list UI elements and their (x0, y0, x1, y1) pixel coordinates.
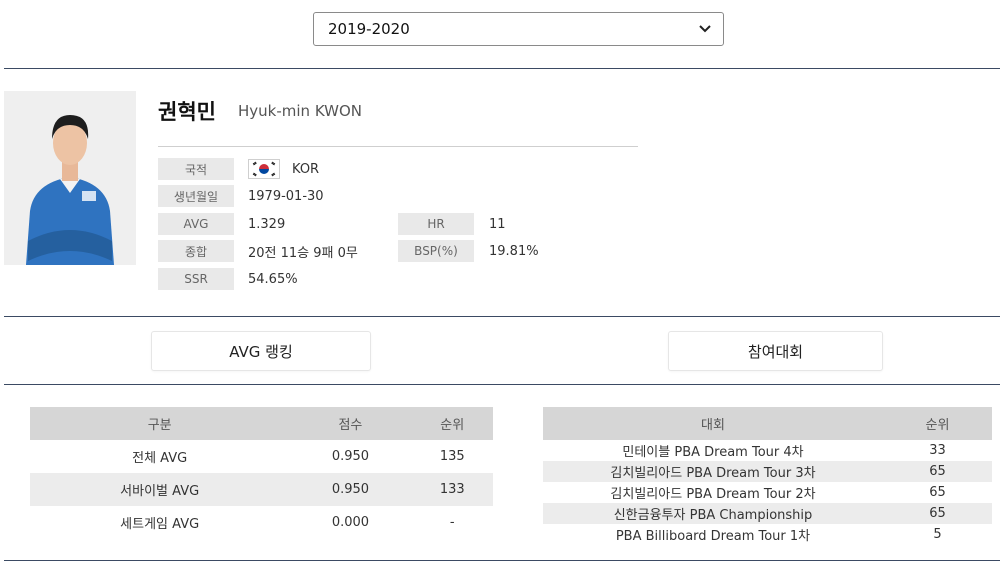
avg-ranking-tab[interactable]: AVG 랭킹 (151, 331, 371, 371)
tournament-name[interactable]: 민테이블 PBA Dream Tour 4차 (543, 440, 883, 461)
birth-label: 생년월일 (158, 185, 234, 207)
tournament-rank: 33 (929, 443, 946, 458)
table-cell: 전체 AVG (132, 451, 188, 466)
avg-label: AVG (158, 213, 234, 235)
tournaments-tab[interactable]: 참여대회 (668, 331, 883, 371)
header-tournament: 대회 (543, 407, 883, 440)
chevron-down-icon (697, 21, 713, 37)
table-row[interactable]: 신한금융투자 PBA Championship 65 (543, 503, 992, 524)
ssr-label: SSR (158, 268, 234, 290)
header-rank: 순위 (411, 407, 493, 440)
header-rank: 순위 (883, 407, 992, 440)
birth-value: 1979-01-30 (248, 188, 324, 204)
tournament-table: 대회 순위 민테이블 PBA Dream Tour 4차 33 김치빌리아드 P… (543, 407, 992, 545)
tournament-name[interactable]: 신한금융투자 PBA Championship (543, 503, 883, 524)
header-score: 점수 (289, 407, 412, 440)
table-row: 세트게임 AVG 0.000 - (30, 506, 493, 539)
tournament-rank: 5 (933, 527, 942, 542)
avg-value: 1.329 (248, 216, 286, 232)
bsp-value: 19.81% (489, 243, 539, 259)
avg-ranking-table: 구분 점수 순위 전체 AVG 0.950 135 서바이벌 AVG 0.950… (30, 407, 493, 539)
hr-value: 11 (489, 216, 506, 232)
table-header-row: 구분 점수 순위 (30, 407, 493, 440)
tournament-name[interactable]: 김치빌리아드 PBA Dream Tour 3차 (543, 461, 883, 482)
player-photo (4, 91, 136, 265)
table-header-row: 대회 순위 (543, 407, 992, 440)
korea-flag-icon (248, 159, 280, 179)
nationality-text: KOR (292, 161, 320, 177)
nationality-label: 국적 (158, 158, 234, 180)
table-cell: 세트게임 AVG (120, 517, 200, 532)
table-cell: 135 (439, 449, 465, 464)
player-name-en: Hyuk-min KWON (238, 102, 362, 120)
tournament-name[interactable]: 김치빌리아드 PBA Dream Tour 2차 (543, 482, 883, 503)
table-row[interactable]: 김치빌리아드 PBA Dream Tour 3차 65 (543, 461, 992, 482)
table-row: 전체 AVG 0.950 135 (30, 440, 493, 473)
divider-bottom (4, 560, 1000, 561)
record-label: 종합 (158, 240, 234, 262)
table-row: 서바이벌 AVG 0.950 133 (30, 473, 493, 506)
divider-lower (4, 384, 1000, 385)
bsp-label: BSP(%) (398, 240, 474, 262)
season-select[interactable]: 2019-2020 (313, 12, 724, 46)
tournament-rank: 65 (883, 461, 992, 482)
player-name-kr: 권혁민 (158, 100, 216, 124)
tournament-rank: 65 (929, 485, 946, 500)
table-cell: 서바이벌 AVG (30, 473, 290, 506)
table-cell: - (449, 515, 455, 530)
nationality-value: KOR (248, 158, 319, 180)
record-value: 20전 11승 9패 0무 (248, 245, 358, 261)
table-row[interactable]: 김치빌리아드 PBA Dream Tour 2차 65 (543, 482, 992, 503)
divider-middle (4, 316, 1000, 317)
header-category: 구분 (30, 407, 290, 440)
name-divider (158, 146, 638, 147)
table-row[interactable]: 민테이블 PBA Dream Tour 4차 33 (543, 440, 992, 461)
table-row[interactable]: PBA Billiboard Dream Tour 1차 5 (543, 524, 992, 545)
table-cell: 0.000 (331, 515, 370, 530)
tournament-name[interactable]: PBA Billiboard Dream Tour 1차 (543, 524, 883, 545)
hr-label: HR (398, 213, 474, 235)
ssr-value: 54.65% (248, 271, 298, 287)
season-select-value: 2019-2020 (328, 20, 410, 38)
tournament-rank: 65 (883, 503, 992, 524)
table-cell: 0.950 (289, 473, 412, 506)
divider-top (4, 68, 1000, 69)
table-cell: 133 (411, 473, 493, 506)
table-cell: 0.950 (331, 449, 370, 464)
